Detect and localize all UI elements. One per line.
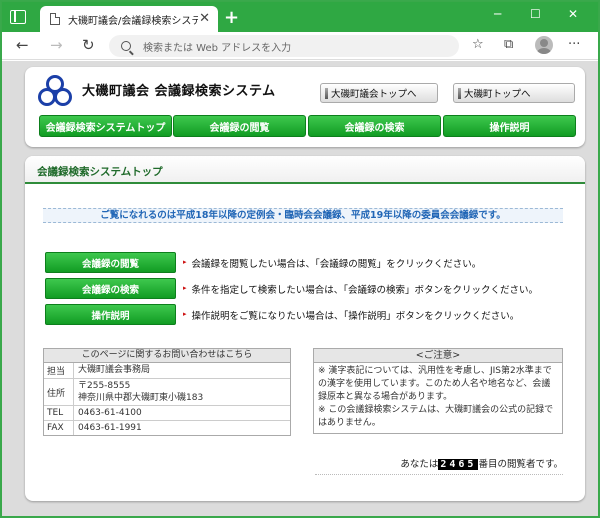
address-toolbar: ← → ↻ 検索または Web アドレスを入力 ☆ ⧉ ··· — [2, 32, 598, 60]
collections-icon[interactable]: ⧉ — [504, 37, 513, 52]
nav-help[interactable]: 操作説明 — [443, 115, 576, 137]
contact-value: 0463-61-1991 — [78, 423, 142, 433]
help-desc: 操作説明をご覧になりたい場合は、「操作説明」ボタンをクリックください。 — [183, 308, 520, 322]
address-placeholder: 検索または Web アドレスを入力 — [143, 42, 292, 54]
contact-row: FAX 0463-61-1991 — [44, 421, 290, 435]
site-header: 大磯町議会 会議録検索システム 大磯町議会トップへ 大磯町トップへ 会議録検索シ… — [25, 67, 585, 147]
contact-label: FAX — [44, 421, 74, 435]
tab-close-icon[interactable]: ✕ — [199, 11, 210, 26]
maximize-icon[interactable]: ☐ — [530, 7, 541, 21]
caution-heading: <ご注意> — [314, 349, 562, 363]
town-logo-icon — [37, 73, 73, 112]
caution-line: ※ 漢字表記については、汎用性を考慮し、JIS第2水準までの漢字を使用しています… — [318, 366, 552, 402]
caution-body: ※ 漢字表記については、汎用性を考慮し、JIS第2水準までの漢字を使用しています… — [314, 363, 562, 432]
browse-button[interactable]: 会議録の閲覧 — [45, 252, 176, 273]
notice-banner: ご覧になれるのは平成18年以降の定例会・臨時会会議録、平成19年以降の委員会会議… — [43, 208, 563, 223]
contact-row: TEL 0463-61-4100 — [44, 406, 290, 421]
page-icon — [50, 13, 60, 25]
site-title: 大磯町議会 会議録検索システム — [82, 84, 276, 99]
counter-suffix: 番目の閲覧者です。 — [478, 459, 563, 470]
contact-label: 担当 — [44, 363, 74, 378]
help-button[interactable]: 操作説明 — [45, 304, 176, 325]
visitor-counter: あなたは 2465 番目の閲覧者です。 — [315, 456, 563, 475]
page-content: 大磯町議会 会議録検索システム 大磯町議会トップへ 大磯町トップへ 会議録検索シ… — [2, 61, 598, 516]
address-bar[interactable]: 検索または Web アドレスを入力 — [109, 35, 459, 57]
tab-title: 大磯町議会/会議録検索システム — [68, 15, 198, 27]
more-menu-icon[interactable]: ··· — [568, 37, 580, 52]
postal-code: 〒255-8555 — [78, 381, 131, 391]
nav-search[interactable]: 会議録の検索 — [308, 115, 441, 137]
reload-icon[interactable]: ↻ — [82, 36, 95, 54]
back-icon[interactable]: ← — [16, 36, 29, 54]
caution-box: <ご注意> ※ 漢字表記については、汎用性を考慮し、JIS第2水準までの漢字を使… — [313, 348, 563, 434]
window-menu-icon[interactable] — [10, 10, 26, 24]
council-top-link[interactable]: 大磯町議会トップへ — [320, 83, 438, 103]
contact-label: 住所 — [44, 379, 74, 405]
contact-row: 担当 大磯町議会事務局 — [44, 363, 290, 379]
search-button[interactable]: 会議録の検索 — [45, 278, 176, 299]
counter-value: 2465 — [438, 459, 479, 470]
main-header: 会議録検索システムトップ — [25, 156, 585, 184]
browse-desc: 会議録を閲覧したい場合は、「会議録の閲覧」をクリックください。 — [183, 256, 482, 270]
contact-heading: このページに関するお問い合わせはこちら — [44, 349, 290, 363]
contact-row: 住所 〒255-8555 神奈川県中郡大磯町東小磯183 — [44, 379, 290, 406]
nav-top[interactable]: 会議録検索システムトップ — [39, 115, 172, 137]
new-tab-icon[interactable]: + — [224, 7, 239, 28]
nav-browse[interactable]: 会議録の閲覧 — [173, 115, 306, 137]
address: 神奈川県中郡大磯町東小磯183 — [78, 393, 204, 403]
counter-prefix: あなたは — [400, 459, 439, 470]
contact-value: 〒255-8555 神奈川県中郡大磯町東小磯183 — [74, 379, 290, 405]
favorites-icon[interactable]: ☆ — [472, 37, 484, 52]
contact-table: このページに関するお問い合わせはこちら 担当 大磯町議会事務局 住所 〒255-… — [43, 348, 291, 436]
contact-value: 0463-61-4100 — [78, 408, 142, 418]
caution-line: ※ この会議録検索システムは、大磯町議会の公式の記録ではありません。 — [318, 405, 554, 428]
minimize-icon[interactable]: ─ — [494, 7, 501, 21]
main-panel: 会議録検索システムトップ ご覧になれるのは平成18年以降の定例会・臨時会会議録、… — [25, 156, 585, 501]
page-title: 会議録検索システムトップ — [37, 166, 163, 178]
search-desc: 条件を指定して検索したい場合は、「会議録の検索」ボタンをクリックください。 — [183, 282, 538, 296]
contact-label: TEL — [44, 406, 74, 420]
browser-tab[interactable]: 大磯町議会/会議録検索システム ✕ — [40, 6, 218, 32]
contact-value: 大磯町議会事務局 — [78, 365, 151, 375]
search-icon — [121, 41, 131, 51]
tab-strip: 大磯町議会/会議録検索システム ✕ + ─ ☐ ✕ — [2, 2, 598, 32]
browser-window: 大磯町議会/会議録検索システム ✕ + ─ ☐ ✕ ← → ↻ 検索または We… — [1, 1, 599, 517]
close-window-icon[interactable]: ✕ — [568, 7, 578, 21]
forward-icon[interactable]: → — [50, 36, 63, 54]
profile-avatar[interactable] — [535, 36, 553, 54]
town-top-link[interactable]: 大磯町トップへ — [453, 83, 575, 103]
